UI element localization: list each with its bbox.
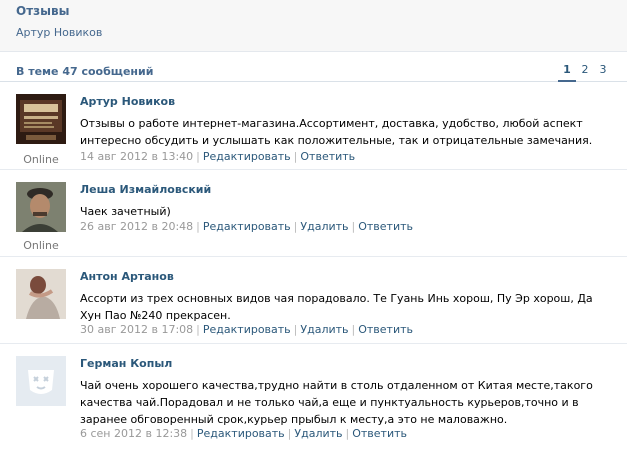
post-date: 6 сен 2012 в 12:38 bbox=[80, 427, 188, 440]
post-author-link[interactable]: Герман Копыл bbox=[80, 357, 172, 370]
edit-link[interactable]: Редактировать bbox=[203, 323, 291, 336]
topic-author-link[interactable]: Артур Новиков bbox=[16, 26, 102, 39]
delete-link[interactable]: Удалить bbox=[300, 220, 348, 233]
avatar[interactable] bbox=[16, 269, 66, 319]
post-date: 30 авг 2012 в 17:08 bbox=[80, 323, 194, 336]
delete-link[interactable]: Удалить bbox=[300, 323, 348, 336]
post-text: Чай очень хорошего качества,трудно найти… bbox=[80, 379, 593, 426]
avatar[interactable] bbox=[16, 356, 66, 406]
post-text: Чаек зачетный) bbox=[80, 205, 171, 218]
post-item: Online Артур Новиков Отзывы о работе инт… bbox=[0, 82, 627, 170]
separator: | bbox=[351, 323, 356, 336]
delete-link[interactable]: Удалить bbox=[294, 427, 342, 440]
message-count: В теме 47 сообщений bbox=[16, 65, 154, 78]
edit-link[interactable]: Редактировать bbox=[197, 427, 285, 440]
separator: | bbox=[287, 427, 292, 440]
page-3-link[interactable]: 3 bbox=[594, 63, 612, 82]
post-text: Ассорти из трех основных видов чая порад… bbox=[80, 292, 593, 322]
reply-link[interactable]: Ответить bbox=[352, 427, 407, 440]
separator: | bbox=[293, 150, 298, 163]
post-author-link[interactable]: Антон Артанов bbox=[80, 270, 174, 283]
reply-link[interactable]: Ответить bbox=[300, 150, 355, 163]
separator: | bbox=[190, 427, 194, 440]
post-text: Отзывы о работе интернет-магазина.Ассорт… bbox=[80, 117, 593, 147]
topic-title: Отзывы bbox=[16, 4, 70, 18]
online-status: Online bbox=[23, 153, 59, 166]
separator: | bbox=[196, 150, 200, 163]
separator: | bbox=[351, 220, 356, 233]
separator: | bbox=[196, 323, 200, 336]
avatar[interactable] bbox=[16, 182, 66, 232]
post-item: Антон Артанов Ассорти из трех основных в… bbox=[0, 257, 627, 344]
edit-link[interactable]: Редактировать bbox=[203, 150, 291, 163]
user-photo bbox=[16, 269, 66, 319]
separator: | bbox=[293, 220, 298, 233]
post-meta: 14 авг 2012 в 13:40 | Редактировать | Ответи… bbox=[80, 150, 355, 163]
topic-header: Отзывы Артур Новиков bbox=[0, 0, 627, 52]
post-meta: 30 авг 2012 в 17:08 | Редактировать | Удалит… bbox=[80, 323, 413, 336]
post-meta: 6 сен 2012 в 12:38 | Редактировать | Удалить… bbox=[80, 427, 407, 440]
summary-bar: В теме 47 сообщений 1 2 3 bbox=[0, 52, 627, 82]
post-date: 26 авг 2012 в 20:48 bbox=[80, 220, 194, 233]
avatar[interactable] bbox=[16, 94, 66, 144]
post-author-link[interactable]: Леша Измайловский bbox=[80, 183, 211, 196]
user-photo bbox=[16, 182, 66, 232]
page-1-link[interactable]: 1 bbox=[558, 63, 576, 82]
post-item: Герман Копыл Чай очень хорошего качества… bbox=[0, 344, 627, 454]
page-2-link[interactable]: 2 bbox=[576, 63, 594, 82]
edit-link[interactable]: Редактировать bbox=[203, 220, 291, 233]
tea-shop-logo-image bbox=[16, 94, 66, 144]
post-date: 14 авг 2012 в 13:40 bbox=[80, 150, 194, 163]
post-meta: 26 авг 2012 в 20:48 | Редактировать | Удалит… bbox=[80, 220, 413, 233]
separator: | bbox=[293, 323, 298, 336]
online-status: Online bbox=[23, 239, 59, 252]
post-author-link[interactable]: Артур Новиков bbox=[80, 95, 175, 108]
separator: | bbox=[345, 427, 350, 440]
reply-link[interactable]: Ответить bbox=[358, 323, 413, 336]
separator: | bbox=[196, 220, 200, 233]
post-item: Online Леша Измайловский Чаек зачетный) … bbox=[0, 170, 627, 257]
reply-link[interactable]: Ответить bbox=[358, 220, 413, 233]
default-avatar-icon bbox=[16, 356, 66, 406]
